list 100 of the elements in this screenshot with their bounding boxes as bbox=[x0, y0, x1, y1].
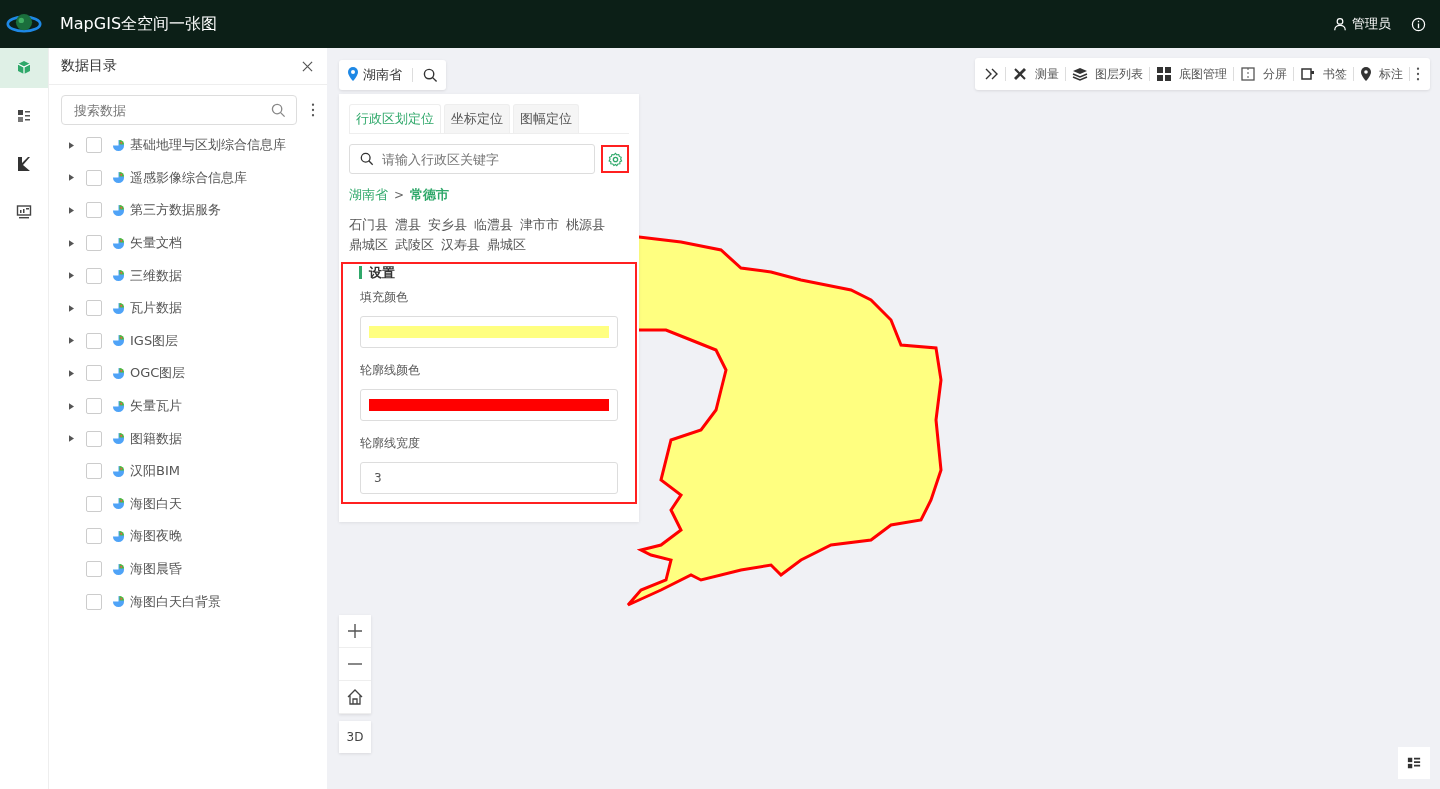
checkbox[interactable] bbox=[86, 495, 102, 512]
pie-chart-icon bbox=[112, 138, 125, 152]
search-icon[interactable] bbox=[423, 67, 438, 83]
pie-chart-icon bbox=[112, 236, 125, 250]
tree-item[interactable]: IGS图层 bbox=[130, 331, 179, 350]
grid-icon bbox=[1156, 66, 1172, 82]
close-icon[interactable] bbox=[302, 60, 313, 72]
checkbox[interactable] bbox=[86, 430, 102, 447]
tab[interactable]: 坐标定位 bbox=[444, 104, 510, 133]
color-field[interactable] bbox=[360, 389, 618, 421]
pie-chart-icon bbox=[112, 269, 125, 283]
toolbar-button[interactable]: 底图管理 bbox=[1156, 65, 1227, 83]
caret-icon[interactable] bbox=[69, 435, 74, 443]
toolbar-button[interactable]: 标注 bbox=[1360, 65, 1403, 83]
caret-icon[interactable] bbox=[69, 402, 74, 410]
k-shape-icon bbox=[16, 156, 32, 172]
tree-item[interactable]: 海图晨昏 bbox=[130, 560, 182, 578]
pie-chart-icon bbox=[112, 334, 125, 348]
checkbox[interactable] bbox=[86, 398, 102, 415]
pie-chart-icon bbox=[112, 497, 125, 511]
tree-item[interactable]: 海图白天白背景 bbox=[130, 592, 221, 611]
checkbox[interactable] bbox=[86, 561, 102, 577]
checkbox[interactable] bbox=[86, 463, 102, 480]
width-field[interactable]: 3 bbox=[360, 462, 618, 494]
district-link[interactable]: 汉寿县 bbox=[441, 236, 480, 254]
caret-icon[interactable] bbox=[69, 174, 74, 182]
district-link[interactable]: 武陵区 bbox=[395, 236, 434, 254]
tree-item[interactable]: 遥感影像综合信息库 bbox=[130, 168, 247, 187]
district-link[interactable]: 澧县 bbox=[395, 216, 421, 234]
caret-icon[interactable] bbox=[69, 272, 74, 280]
checkbox[interactable] bbox=[86, 332, 102, 349]
checkbox[interactable] bbox=[86, 267, 102, 284]
search-icon bbox=[360, 152, 374, 166]
pie-chart-icon bbox=[112, 562, 125, 576]
caret-icon[interactable] bbox=[69, 304, 74, 312]
search-field[interactable]: 搜索数据 bbox=[61, 95, 297, 125]
tree-item[interactable]: 基础地理与区划综合信息库 bbox=[130, 136, 286, 155]
caret-icon[interactable] bbox=[69, 141, 74, 149]
tree-item[interactable]: 图籍数据 bbox=[130, 429, 182, 448]
tree-item[interactable]: 矢量瓦片 bbox=[130, 397, 182, 416]
toolbar-button[interactable]: 分屏 bbox=[1240, 65, 1287, 83]
tree-item[interactable]: 第三方数据服务 bbox=[130, 201, 221, 220]
toolbar-button[interactable]: 书签 bbox=[1300, 65, 1347, 83]
3d-button[interactable]: 3D bbox=[339, 721, 371, 753]
double-chevron-icon[interactable] bbox=[985, 68, 999, 80]
user-icon bbox=[1333, 17, 1347, 31]
toolbar-button[interactable]: 测量 bbox=[1012, 65, 1059, 83]
checkbox[interactable] bbox=[86, 137, 102, 154]
checkbox[interactable] bbox=[86, 235, 102, 252]
info-icon[interactable] bbox=[1411, 16, 1426, 32]
search-field[interactable]: 请输入行政区关键字 bbox=[349, 144, 595, 174]
field-label: 轮廓线宽度 bbox=[360, 435, 421, 452]
district-link[interactable]: 津市市 bbox=[520, 216, 559, 234]
district-link[interactable]: 鼎城区 bbox=[487, 236, 526, 254]
cube-icon bbox=[16, 60, 32, 76]
tree-item[interactable]: OGC图层 bbox=[130, 364, 186, 383]
tree-item[interactable]: 海图夜晚 bbox=[130, 527, 182, 546]
location-label[interactable]: 湖南省 bbox=[363, 66, 402, 84]
tree-item[interactable]: 瓦片数据 bbox=[130, 299, 182, 318]
caret-icon[interactable] bbox=[69, 369, 74, 377]
checkbox[interactable] bbox=[86, 300, 102, 317]
tree-item[interactable]: 矢量文档 bbox=[130, 234, 182, 253]
search-icon bbox=[271, 102, 286, 118]
tab[interactable]: 图幅定位 bbox=[513, 104, 579, 133]
tree-item[interactable]: 海图白天 bbox=[130, 494, 182, 513]
checkbox[interactable] bbox=[86, 528, 102, 545]
caret-icon[interactable] bbox=[69, 239, 74, 247]
settings-icon[interactable] bbox=[607, 151, 623, 167]
checkbox[interactable] bbox=[86, 593, 102, 610]
pie-chart-icon bbox=[112, 301, 125, 315]
checkbox[interactable] bbox=[86, 169, 102, 186]
more-icon[interactable] bbox=[1416, 67, 1420, 81]
pie-chart-icon bbox=[112, 366, 125, 380]
pie-chart-icon bbox=[112, 529, 125, 543]
checkbox[interactable] bbox=[86, 365, 102, 382]
list-icon bbox=[1407, 756, 1421, 770]
map-canvas[interactable]: 湖南省 测量 图层列表 底图管理 分屏 书签 标注 行政区划定位 坐标定位 图幅定位 请输入行政区关键字 湖南省 > 常德市 石门县 澧县 安乡县 临澧县 津市市 桃源县 鼎城区 武陵区 汉寿县 鼎城区 设置 填充颜色 轮廓线颜色 轮廓线宽度 3 3D bbox=[327, 48, 1440, 789]
district-link[interactable]: 鼎城区 bbox=[349, 236, 388, 254]
more-icon[interactable] bbox=[311, 103, 315, 117]
tree-item[interactable]: 汉阳BIM bbox=[130, 462, 180, 481]
district-link[interactable]: 桃源县 bbox=[566, 216, 605, 234]
legend-button[interactable] bbox=[1398, 747, 1430, 779]
checkbox[interactable] bbox=[86, 202, 102, 219]
pie-chart-icon bbox=[112, 171, 125, 185]
district-link[interactable]: 临澧县 bbox=[474, 216, 513, 234]
layers-list-icon bbox=[16, 108, 32, 124]
section-title: 设置 bbox=[359, 266, 618, 279]
breadcrumb-separator: > bbox=[394, 188, 405, 202]
caret-icon[interactable] bbox=[69, 207, 74, 214]
district-link[interactable]: 安乡县 bbox=[428, 216, 467, 234]
color-field[interactable] bbox=[360, 316, 618, 348]
pie-chart-icon bbox=[112, 432, 125, 446]
district-link[interactable]: 石门县 bbox=[349, 216, 388, 234]
pin-icon bbox=[347, 67, 359, 83]
bookmark-icon bbox=[1300, 66, 1316, 82]
toolbar-button[interactable]: 图层列表 bbox=[1072, 65, 1143, 83]
split-screen-icon bbox=[1240, 66, 1256, 82]
tree-item[interactable]: 三维数据 bbox=[130, 266, 182, 285]
user-menu[interactable]: 管理员 bbox=[1333, 15, 1391, 33]
caret-icon[interactable] bbox=[69, 337, 74, 345]
